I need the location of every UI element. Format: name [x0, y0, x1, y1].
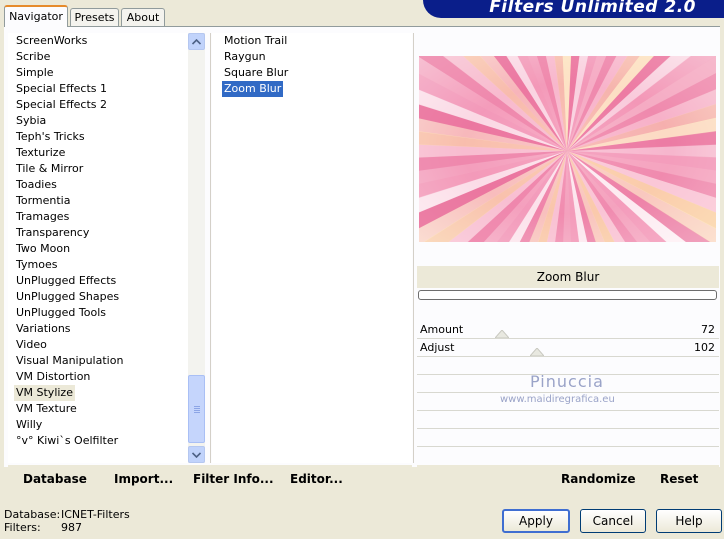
scroll-up-button[interactable] — [188, 33, 205, 50]
category-item[interactable]: Scribe — [16, 49, 50, 65]
category-item[interactable]: Visual Manipulation — [16, 353, 123, 369]
category-item[interactable]: UnPlugged Tools — [16, 305, 106, 321]
category-item[interactable]: UnPlugged Effects — [16, 273, 116, 289]
category-item[interactable]: Special Effects 2 — [16, 97, 107, 113]
filter-name-label: Zoom Blur — [417, 266, 719, 288]
status-database-label: Database: — [4, 508, 61, 521]
category-item[interactable]: Toadies — [16, 177, 57, 193]
preview-image — [419, 56, 716, 242]
chevron-up-icon — [191, 38, 202, 45]
category-scrollbar[interactable] — [188, 33, 205, 463]
tab-navigator[interactable]: Navigator — [4, 5, 68, 27]
param-value: 72 — [701, 323, 715, 336]
slider-marker-icon — [495, 330, 509, 338]
import-button[interactable]: Import... — [114, 472, 173, 486]
category-item[interactable]: Tramages — [16, 209, 69, 225]
zoom-blur-preview — [419, 56, 716, 242]
status-filters-value: 987 — [61, 521, 82, 534]
category-item[interactable]: VM Distortion — [16, 369, 90, 385]
param-label: Adjust — [420, 341, 455, 354]
category-item[interactable]: Simple — [16, 65, 54, 81]
category-item[interactable]: UnPlugged Shapes — [16, 289, 119, 305]
category-item[interactable]: Tormentia — [16, 193, 70, 209]
param-empty-row — [417, 411, 719, 429]
filter-item[interactable]: Square Blur — [224, 65, 288, 81]
randomize-button[interactable]: Randomize — [561, 472, 635, 486]
param-empty-row — [417, 429, 719, 447]
category-item[interactable]: VM Stylize — [14, 385, 75, 401]
category-item[interactable]: Willy — [16, 417, 42, 433]
category-item[interactable]: Sybia — [16, 113, 46, 129]
param-value: 102 — [694, 341, 715, 354]
status-filters-label: Filters: — [4, 521, 41, 534]
category-item[interactable]: Video — [16, 337, 47, 353]
app-title: Filters Unlimited 2.0 — [489, 0, 696, 17]
reset-button[interactable]: Reset — [660, 472, 698, 486]
status-database-value: ICNET-Filters — [61, 508, 130, 521]
filter-info-button[interactable]: Filter Info... — [193, 472, 274, 486]
status-filters: Filters: 987 — [4, 521, 82, 534]
slider-marker-icon — [530, 348, 544, 356]
filter-item[interactable]: Zoom Blur — [222, 81, 284, 97]
category-item[interactable]: ScreenWorks — [16, 33, 87, 49]
watermark-name: Pinuccia — [530, 372, 604, 391]
filter-item[interactable]: Motion Trail — [224, 33, 287, 49]
category-item[interactable]: °v° Kiwi`s Oelfilter — [16, 433, 118, 449]
filter-list[interactable] — [212, 33, 412, 463]
render-progress-bar — [418, 290, 717, 300]
param-adjust[interactable]: Adjust 102 — [417, 339, 719, 357]
category-item[interactable]: Special Effects 1 — [16, 81, 107, 97]
editor-button[interactable]: Editor... — [290, 472, 343, 486]
category-item[interactable]: Transparency — [16, 225, 89, 241]
database-button[interactable]: Database — [23, 472, 87, 486]
scroll-thumb[interactable] — [188, 375, 205, 443]
category-item[interactable]: Tile & Mirror — [16, 161, 83, 177]
cancel-button[interactable]: Cancel — [580, 509, 646, 533]
category-item[interactable]: Two Moon — [16, 241, 70, 257]
param-amount[interactable]: Amount 72 — [417, 321, 719, 339]
status-database: Database: ICNET-Filters — [4, 508, 130, 521]
category-item[interactable]: Texturize — [16, 145, 65, 161]
param-label: Amount — [420, 323, 464, 336]
category-item[interactable]: Variations — [16, 321, 71, 337]
tab-presets[interactable]: Presets — [70, 8, 119, 26]
category-item[interactable]: Teph's Tricks — [16, 129, 85, 145]
help-button[interactable]: Help — [656, 509, 722, 533]
tab-about[interactable]: About — [121, 8, 165, 26]
category-item[interactable]: VM Texture — [16, 401, 77, 417]
chevron-down-icon — [191, 452, 202, 459]
scroll-down-button[interactable] — [188, 446, 205, 463]
apply-button[interactable]: Apply — [502, 509, 570, 533]
watermark-url: www.maidiregrafica.eu — [500, 394, 615, 405]
title-banner: Filters Unlimited 2.0 — [423, 0, 724, 18]
category-item[interactable]: Tymoes — [16, 257, 57, 273]
filter-item[interactable]: Raygun — [224, 49, 266, 65]
